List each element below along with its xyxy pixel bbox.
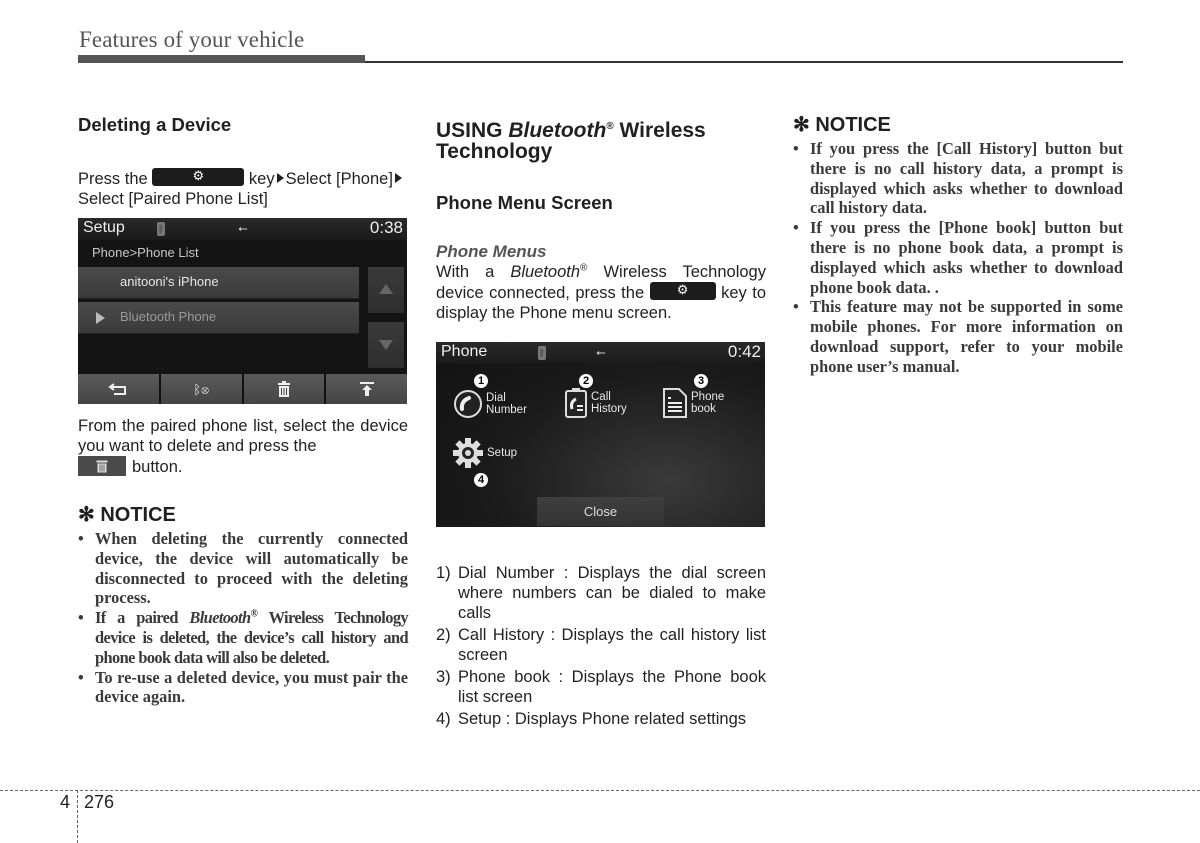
section-heading: Deleting a Device (78, 114, 232, 135)
callout-4: 4 (474, 473, 488, 487)
setup-key-button: ⚙ (152, 168, 245, 186)
phone-menu-list: 1) Dial Number : Displays the dial screen… (436, 563, 766, 729)
clock: 0:42 (727, 342, 761, 361)
trash-icon (277, 381, 290, 397)
screen-title: Setup (83, 219, 125, 236)
notice-item: When deleting the currently connected de… (78, 529, 408, 608)
footer-divider (77, 790, 78, 843)
arrow-down-icon (379, 340, 393, 350)
running-header: Features of your vehicle (79, 27, 305, 52)
usb-icon: ⭠ (238, 221, 248, 235)
device-name: Bluetooth Phone (120, 309, 217, 324)
item-label: Phone book (691, 391, 725, 415)
delete-button-illustration (78, 456, 126, 476)
delete-paragraph: From the paired phone list, select the d… (78, 416, 408, 477)
disconnect-button[interactable]: ᛒ⊗ (160, 374, 242, 404)
notice-title: ✻ NOTICE (78, 504, 176, 526)
status-bar: Setup ᛒ ⭠ 0:38 (78, 218, 407, 240)
move-top-icon (359, 382, 374, 396)
subheading: Phone Menu Screen (436, 192, 613, 213)
call-history-icon (565, 388, 587, 418)
phone-icon (454, 390, 482, 418)
notice-item: If you press the [Call History] button b… (793, 139, 1123, 218)
instruction-paragraph: Press the ⚙ key Select [Phone] Select [Pa… (78, 168, 408, 209)
item-label: Setup (487, 447, 518, 459)
breadcrumb: Phone>Phone List (92, 245, 199, 260)
para-text: From the paired phone list, select the d… (78, 417, 408, 455)
gear-icon: ⚙ (676, 282, 689, 298)
callout-1: 1 (474, 374, 488, 388)
column-using-bluetooth: USING Bluetooth® Wireless Technology Pho… (436, 120, 766, 323)
list-item: 2) Call History : Displays the call histo… (436, 626, 766, 664)
instr-step: Select [Paired Phone List] (78, 190, 268, 208)
clock: 0:38 (369, 218, 403, 237)
scroll-down-button[interactable] (368, 322, 404, 368)
notice-list: If you press the [Call History] button b… (793, 139, 1123, 377)
para-text: button. (132, 458, 183, 476)
list-item: 3) Phone book : Displays the Phone book l… (436, 668, 766, 706)
item-label: Call History (591, 391, 627, 415)
header-rule-thick (78, 55, 365, 63)
notice-item: To re-use a deleted device, you must pai… (78, 668, 408, 708)
phone-menu-paragraph: With a Bluetooth® Wireless Technology de… (436, 262, 767, 322)
scroll-up-button[interactable] (368, 267, 404, 313)
gear-icon: ⚙ (192, 168, 205, 184)
status-bar: Phone ᛒ ⭠ 0:42 (436, 342, 765, 364)
list-item: 4) Setup : Displays Phone related setting… (436, 710, 747, 728)
close-button[interactable]: Close (537, 497, 664, 526)
back-button[interactable] (78, 374, 159, 404)
usb-icon: ⭠ (596, 345, 606, 359)
notice-item: This feature may not be supported in som… (793, 297, 1123, 376)
notice-list: When deleting the currently connected de… (78, 529, 409, 708)
setup-key-button: ⚙ (649, 282, 716, 300)
notice-item: If you press the [Phone book] button but… (793, 218, 1123, 297)
back-icon (108, 383, 127, 395)
column-deleting-device: Deleting a Device Press the ⚙ key Select … (78, 114, 408, 209)
phone-menu-list-block: 1) Dial Number : Displays the dial screen… (436, 563, 766, 731)
gear-icon (453, 438, 483, 468)
bottom-toolbar: ᛒ⊗ (78, 374, 407, 404)
delete-instruction-block: From the paired phone list, select the d… (78, 416, 409, 708)
device-list-item-selected[interactable]: Bluetooth Phone (78, 302, 359, 334)
trash-icon (96, 460, 108, 473)
delete-button[interactable] (243, 374, 325, 404)
move-top-button[interactable] (326, 374, 407, 404)
callout-2: 2 (579, 374, 593, 388)
dial-number-button[interactable]: Dial Number (453, 389, 527, 419)
arrow-up-icon (379, 284, 393, 294)
bluetooth-icon: ᛒ (157, 222, 165, 236)
section-heading: USING Bluetooth® Wireless Technology (436, 119, 706, 163)
footer-rule (0, 790, 1200, 791)
page-number: 276 (84, 792, 115, 812)
list-item: 1) Dial Number : Displays the dial screen… (436, 564, 766, 622)
phone-menu-screen: Phone ᛒ ⭠ 0:42 1 Dial Number 2 Call Histor… (436, 342, 765, 527)
bluetooth-icon: ᛒ (538, 346, 546, 360)
notice-title: ✻ NOTICE (793, 114, 891, 136)
bluetooth-disconnect-icon: ᛒ⊗ (193, 381, 209, 397)
notice-box: ✻ NOTICE When deleting the currently con… (78, 504, 409, 708)
header-rule-thin (365, 61, 1123, 63)
instr-text: Press the (78, 170, 148, 188)
instr-step: Select [Phone] (285, 170, 393, 188)
arrow-right-icon (276, 173, 284, 183)
device-name: anitooni's iPhone (120, 274, 219, 289)
callout-3: 3 (694, 374, 708, 388)
item-label: Dial Number (486, 392, 527, 416)
column-notice: ✻ NOTICE If you press the [Call History]… (793, 114, 1123, 377)
setup-button[interactable]: Setup (452, 438, 517, 468)
screen-title: Phone (441, 343, 488, 360)
phone-book-button[interactable]: Phone book (662, 387, 724, 419)
chapter-number: 4 (60, 792, 71, 812)
call-history-button[interactable]: Call History (564, 387, 627, 419)
notice-item: If a paired Bluetooth® Wireless Technolo… (78, 608, 409, 667)
arrow-right-icon (394, 173, 402, 183)
play-icon (96, 312, 105, 324)
phone-book-icon (663, 388, 687, 418)
instr-text: key (248, 170, 275, 188)
sub-subheading: Phone Menus (436, 242, 547, 261)
device-list-item[interactable]: anitooni's iPhone (78, 267, 359, 299)
phone-list-screen: Setup ᛒ ⭠ 0:38 Phone>Phone List anitooni… (78, 218, 407, 404)
